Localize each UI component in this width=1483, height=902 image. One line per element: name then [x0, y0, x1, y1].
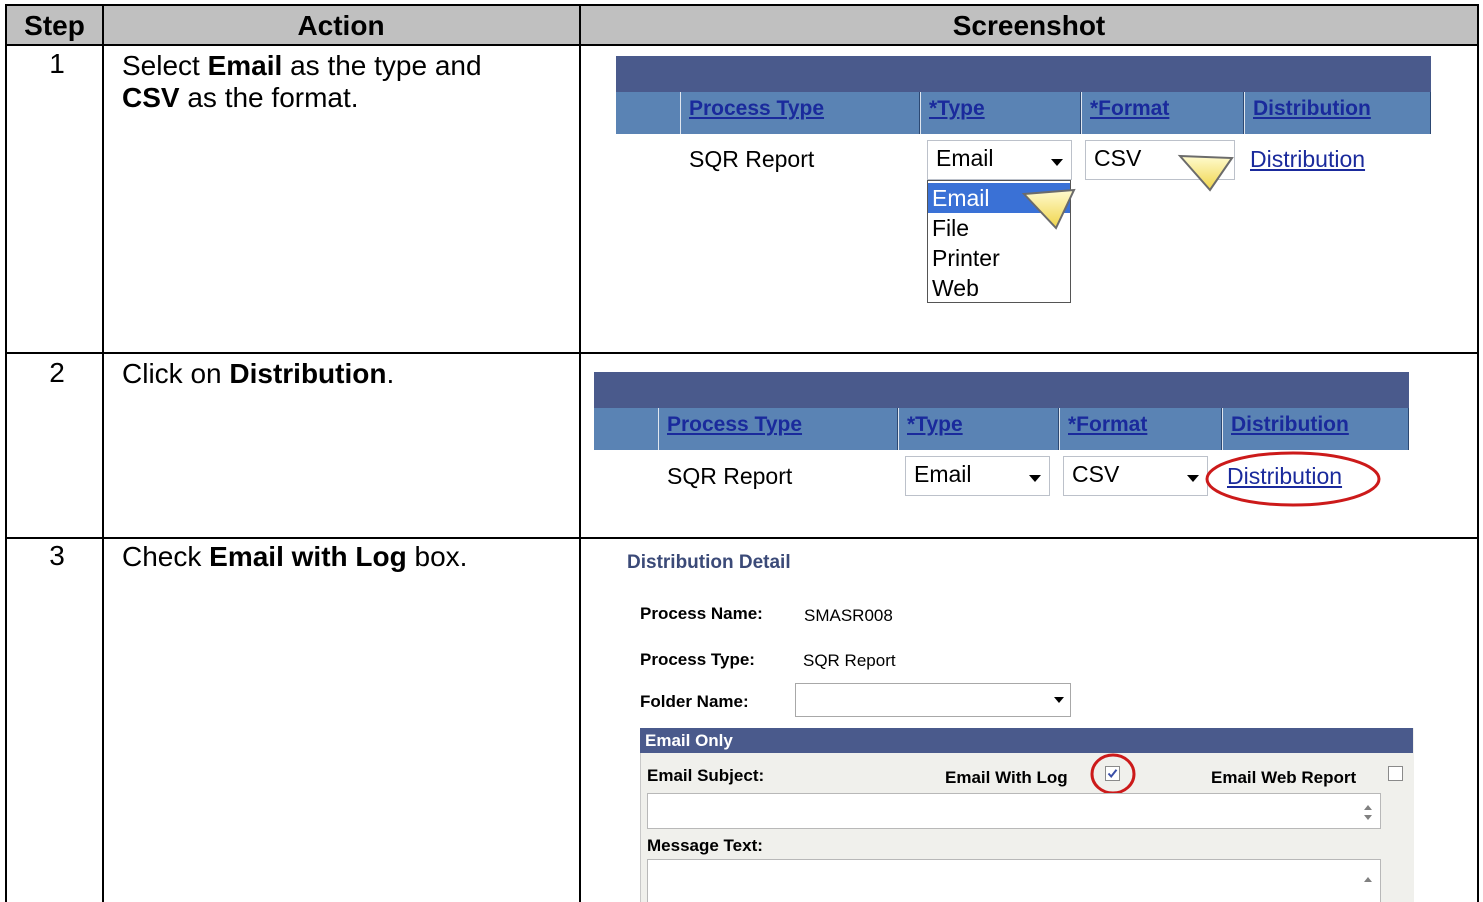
grid-header-row: Process Type *Type *Format Distribution	[616, 92, 1431, 134]
format-select[interactable]: CSV	[1063, 456, 1208, 496]
email-only-header: Email Only	[640, 728, 1413, 753]
process-type-value: SQR Report	[803, 651, 896, 670]
table-rule	[5, 352, 1479, 354]
type-select-value: Email	[936, 145, 994, 171]
header-action: Action	[297, 10, 385, 41]
header-screenshot: Screenshot	[952, 10, 1106, 41]
action-text: .	[386, 358, 395, 389]
email-with-log-label: Email With Log	[945, 768, 1068, 787]
action-text: Select	[122, 50, 208, 81]
action-text: Click on	[122, 358, 230, 389]
column-label[interactable]: Process Type	[667, 413, 802, 437]
chevron-down-icon	[1054, 697, 1064, 703]
column-label[interactable]: *Type	[907, 413, 963, 437]
pointer-icon	[1021, 188, 1076, 230]
column-label[interactable]: *Format	[1090, 97, 1169, 121]
folder-name-select[interactable]	[795, 683, 1071, 717]
column-distribution: Distribution	[1244, 92, 1431, 134]
table-border-right	[1477, 4, 1479, 902]
email-subject-input[interactable]	[647, 793, 1381, 829]
process-type-label: Process Type:	[640, 650, 755, 669]
chevron-down-icon	[1051, 159, 1063, 166]
column-label[interactable]: Process Type	[689, 97, 824, 121]
message-text-input[interactable]	[647, 859, 1381, 902]
scroll-up-icon[interactable]	[1364, 805, 1372, 810]
table-col-divider	[579, 4, 581, 902]
type-select-value: Email	[914, 461, 972, 487]
highlight-circle-icon	[1205, 451, 1381, 507]
pointer-icon	[1177, 154, 1234, 192]
table-col-divider	[102, 4, 104, 902]
column-label: Distribution	[1231, 413, 1349, 436]
table-border-left	[5, 4, 7, 902]
action-emphasis: Email	[207, 50, 283, 81]
type-select[interactable]: Email	[927, 140, 1072, 180]
format-select-value: CSV	[1072, 461, 1120, 487]
process-name-value: SMASR008	[804, 606, 893, 625]
column-process-type[interactable]: Process Type	[680, 92, 920, 134]
step-number: 3	[49, 540, 65, 571]
column-process-type[interactable]: Process Type	[658, 408, 898, 450]
column-format[interactable]: *Format	[1059, 408, 1222, 450]
action-text: as the type and	[282, 50, 482, 81]
table-border-top	[5, 4, 1479, 6]
step-number: 2	[49, 357, 65, 388]
grid-header-row: Process Type *Type *Format Distribution	[594, 408, 1409, 450]
table-rule	[5, 44, 1479, 46]
table-rule	[5, 537, 1479, 539]
action-emphasis: Distribution	[229, 358, 387, 389]
email-web-report-checkbox[interactable]	[1388, 766, 1403, 781]
column-distribution: Distribution	[1222, 408, 1409, 450]
scroll-up-icon[interactable]	[1364, 877, 1372, 882]
dropdown-option[interactable]: Printer	[928, 243, 1070, 273]
distribution-detail-title: Distribution Detail	[627, 552, 791, 573]
distribution-link[interactable]: Distribution	[1250, 146, 1365, 173]
action-text-step-1: Select Email as the type and CSV as the …	[122, 50, 482, 114]
action-text-step-3: Check Email with Log box.	[122, 541, 467, 573]
scroll-down-icon[interactable]	[1364, 815, 1372, 820]
column-label[interactable]: *Format	[1068, 413, 1147, 437]
format-select-value: CSV	[1094, 145, 1142, 171]
grid-title-band	[594, 372, 1409, 408]
action-text: Check	[122, 541, 210, 572]
email-subject-label: Email Subject:	[647, 766, 765, 785]
grid-title-band	[616, 56, 1431, 92]
column-type[interactable]: *Type	[920, 92, 1081, 134]
action-emphasis: CSV	[122, 82, 180, 113]
process-type-value: SQR Report	[689, 146, 815, 172]
column-label[interactable]: *Type	[929, 97, 985, 121]
folder-name-label: Folder Name:	[640, 692, 749, 711]
message-text-label: Message Text:	[647, 836, 763, 855]
process-name-label: Process Name:	[640, 604, 763, 623]
action-text: as the format.	[179, 82, 359, 113]
chevron-down-icon	[1187, 475, 1199, 482]
type-select[interactable]: Email	[905, 456, 1050, 496]
email-web-report-label: Email Web Report	[1211, 768, 1357, 787]
column-label: Distribution	[1253, 97, 1371, 120]
action-text-step-2: Click on Distribution.	[122, 358, 394, 390]
action-emphasis: Email with Log	[209, 541, 407, 572]
column-type[interactable]: *Type	[898, 408, 1059, 450]
dropdown-option[interactable]: Web	[928, 273, 1070, 303]
header-step: Step	[24, 10, 85, 41]
action-text: box.	[406, 541, 468, 572]
chevron-down-icon	[1029, 475, 1041, 482]
step-number: 1	[49, 48, 65, 79]
highlight-circle-icon	[1090, 753, 1136, 795]
process-type-value: SQR Report	[667, 463, 793, 489]
column-format[interactable]: *Format	[1081, 92, 1244, 134]
